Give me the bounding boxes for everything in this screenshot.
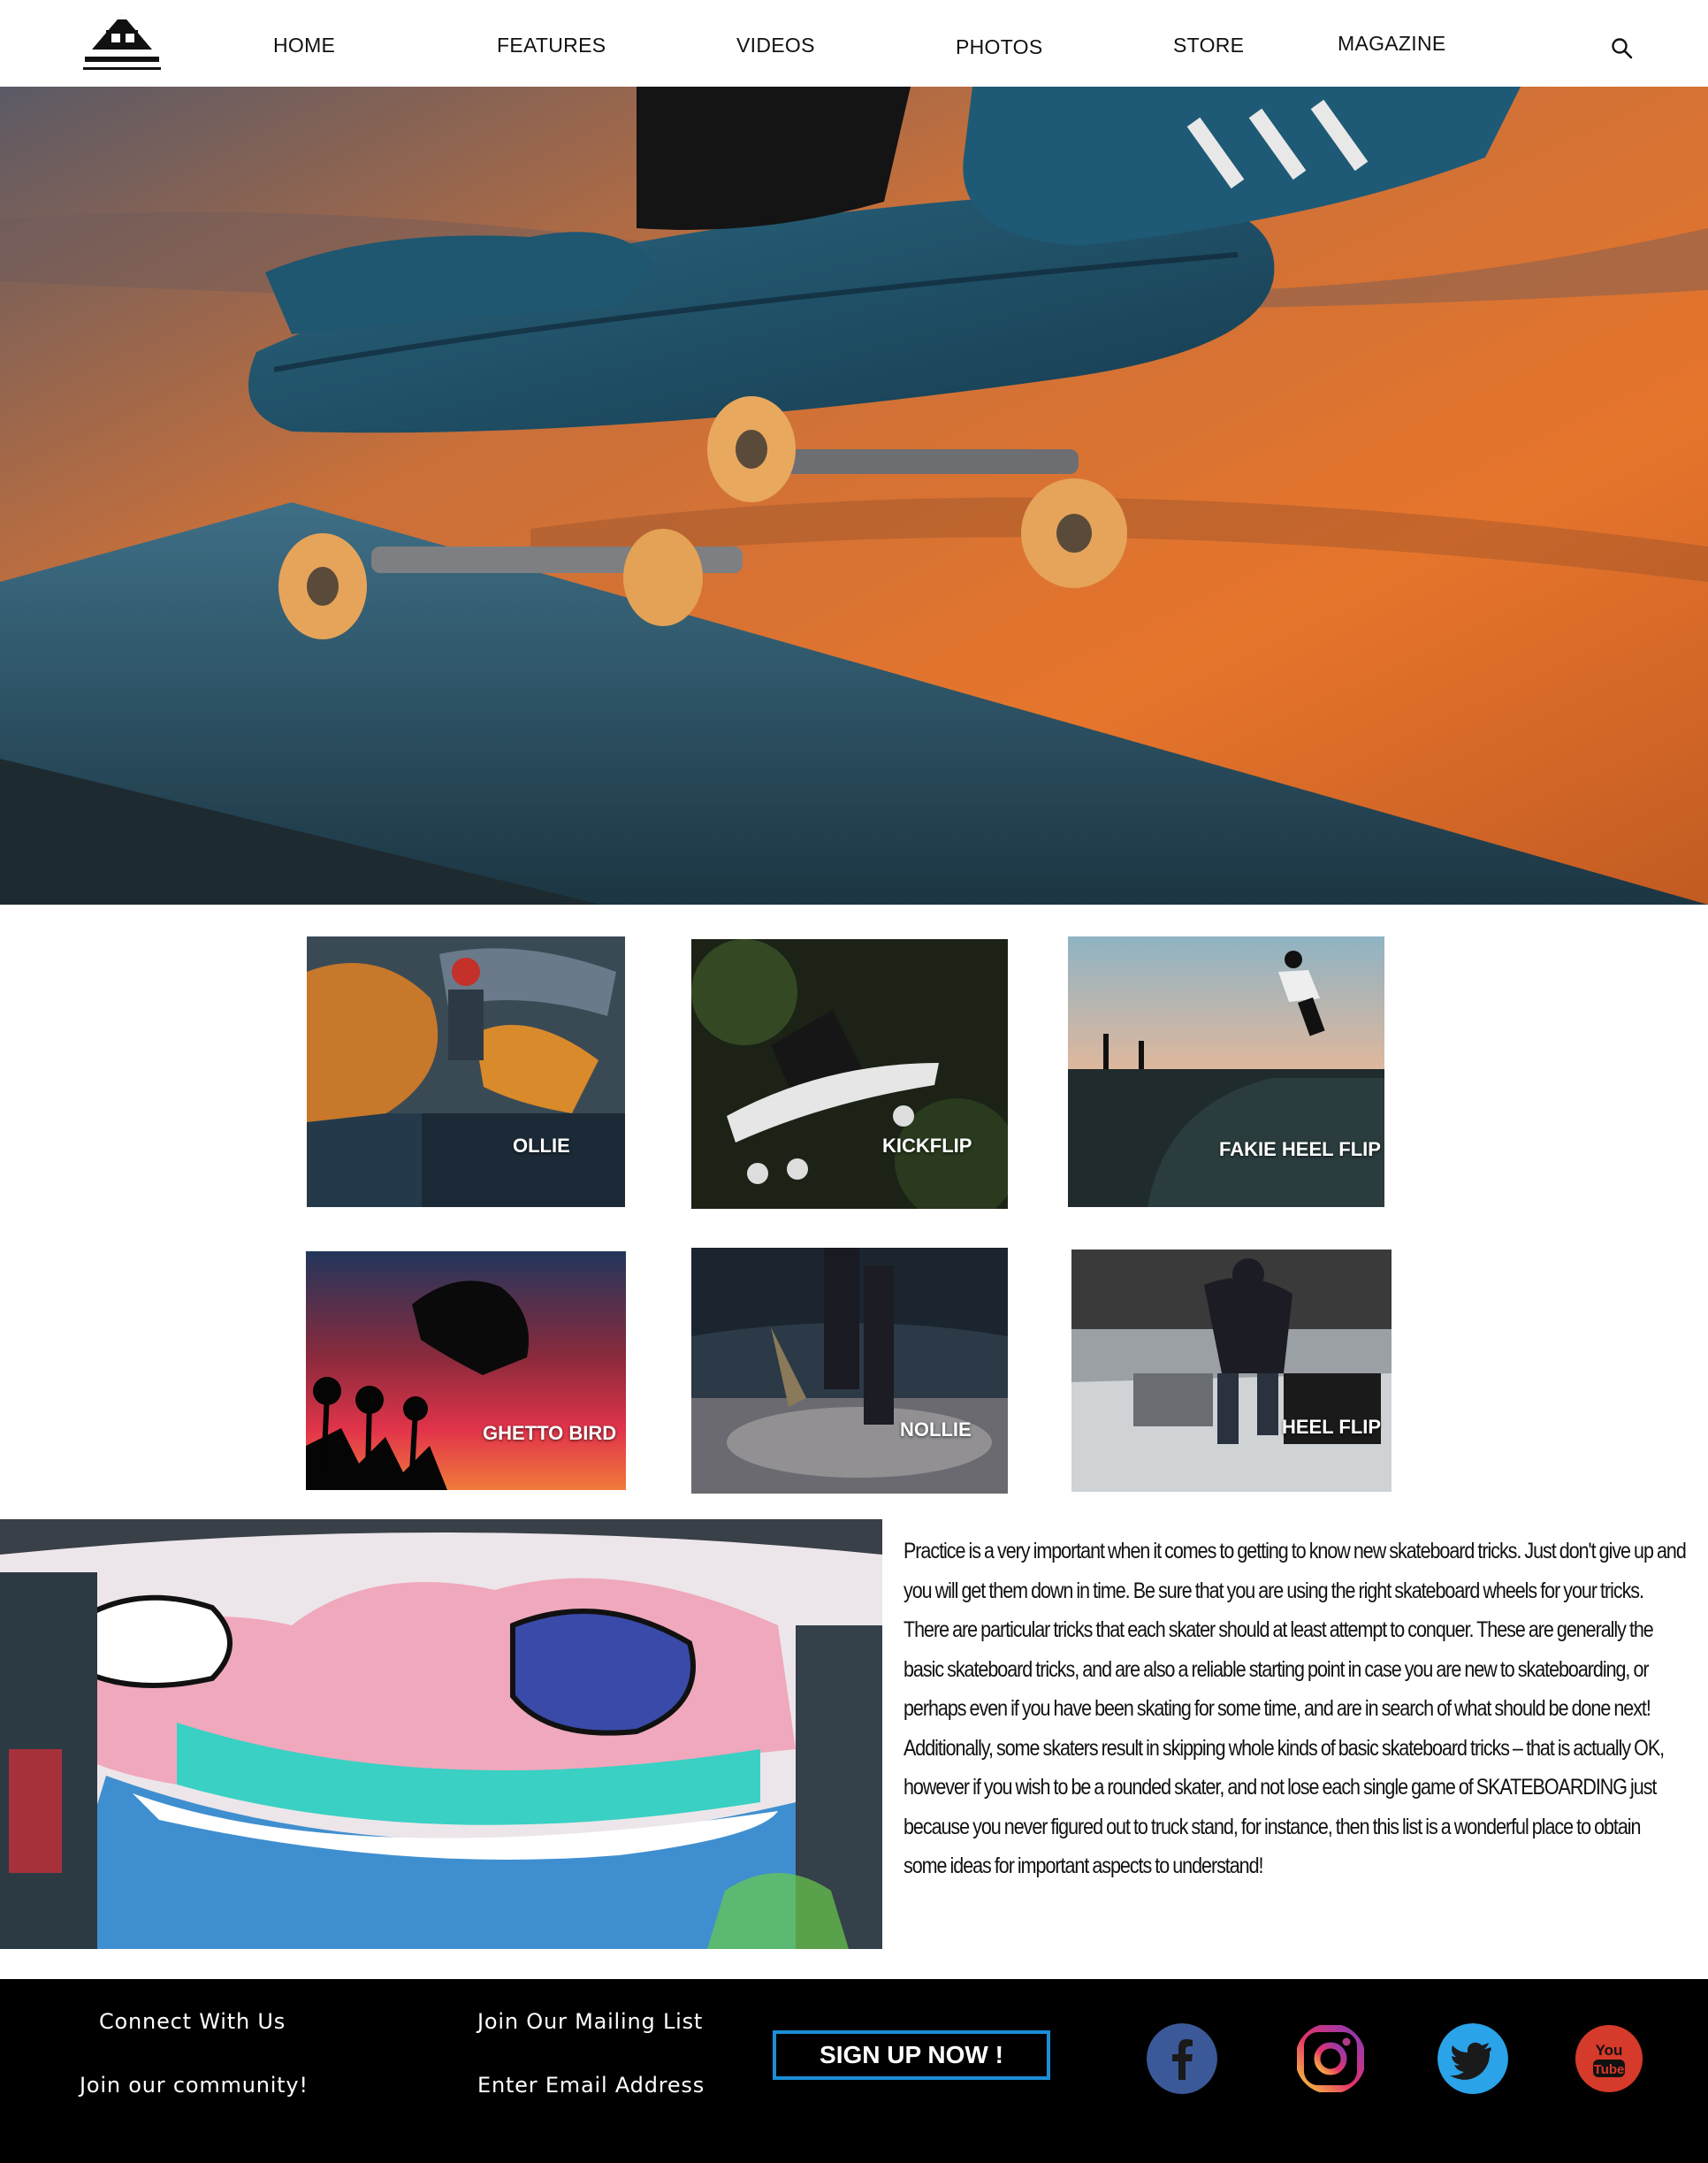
hero-image bbox=[0, 87, 1708, 905]
trick-tile-ghetto-bird[interactable]: GHETTO BIRD bbox=[306, 1251, 626, 1490]
trick-tile-nollie[interactable]: NOLLIE bbox=[691, 1248, 1008, 1494]
trick-tile-kickflip[interactable]: KICKFLIP bbox=[691, 939, 1008, 1209]
tile-label: OLLIE bbox=[513, 1135, 570, 1157]
footer: Connect With Us Join our community! Join… bbox=[0, 1979, 1708, 2163]
nollie-photo bbox=[691, 1248, 1008, 1494]
email-field[interactable]: Enter Email Address bbox=[477, 2073, 705, 2098]
tile-label: GHETTO BIRD bbox=[483, 1422, 617, 1444]
twitter-icon[interactable] bbox=[1437, 2023, 1508, 2094]
tile-label: HEEL FLIP bbox=[1282, 1416, 1382, 1438]
youtube-icon[interactable]: You Tube bbox=[1574, 2023, 1644, 2094]
article-paragraph: Practice is a very important when it com… bbox=[904, 1539, 1687, 1878]
kickflip-photo bbox=[691, 939, 1008, 1209]
nav-photos[interactable]: PHOTOS bbox=[956, 35, 1043, 59]
fakie-heel-flip-photo bbox=[1068, 936, 1384, 1207]
tile-label: FAKIE HEEL FLIP bbox=[1219, 1138, 1381, 1160]
top-nav: HOME FEATURES VIDEOS PHOTOS STORE MAGAZI… bbox=[0, 0, 1708, 87]
trick-tile-ollie[interactable]: OLLIE bbox=[307, 936, 625, 1207]
community-link[interactable]: Join our community! bbox=[80, 2073, 309, 2098]
nav-home[interactable]: HOME bbox=[273, 34, 335, 57]
nav-features[interactable]: FEATURES bbox=[497, 34, 606, 57]
svg-text:Tube: Tube bbox=[1594, 2062, 1625, 2077]
ghetto-bird-photo bbox=[306, 1251, 626, 1490]
svg-text:You: You bbox=[1596, 2042, 1623, 2059]
facebook-icon[interactable] bbox=[1147, 2023, 1217, 2094]
connect-heading: Connect With Us bbox=[99, 2009, 286, 2034]
signup-button[interactable]: SIGN UP NOW ! bbox=[773, 2030, 1050, 2080]
trick-tile-fakie-heel-flip[interactable]: FAKIE HEEL FLIP bbox=[1068, 936, 1384, 1207]
nav-magazine[interactable]: MAGAZINE bbox=[1338, 32, 1446, 56]
nav-videos[interactable]: VIDEOS bbox=[736, 34, 815, 57]
tile-label: NOLLIE bbox=[900, 1418, 972, 1441]
house-logo-icon[interactable] bbox=[80, 11, 164, 74]
heel-flip-photo bbox=[1071, 1250, 1392, 1492]
tile-label: KICKFLIP bbox=[882, 1135, 972, 1157]
mailing-list-heading: Join Our Mailing List bbox=[477, 2009, 704, 2034]
graffiti-bowl-photo bbox=[0, 1519, 882, 1949]
trick-tile-heel-flip[interactable]: HEEL FLIP bbox=[1071, 1250, 1392, 1492]
instagram-icon[interactable] bbox=[1295, 2023, 1366, 2094]
search-icon[interactable] bbox=[1609, 35, 1636, 62]
nav-store[interactable]: STORE bbox=[1173, 34, 1244, 57]
ollie-photo bbox=[307, 936, 625, 1207]
